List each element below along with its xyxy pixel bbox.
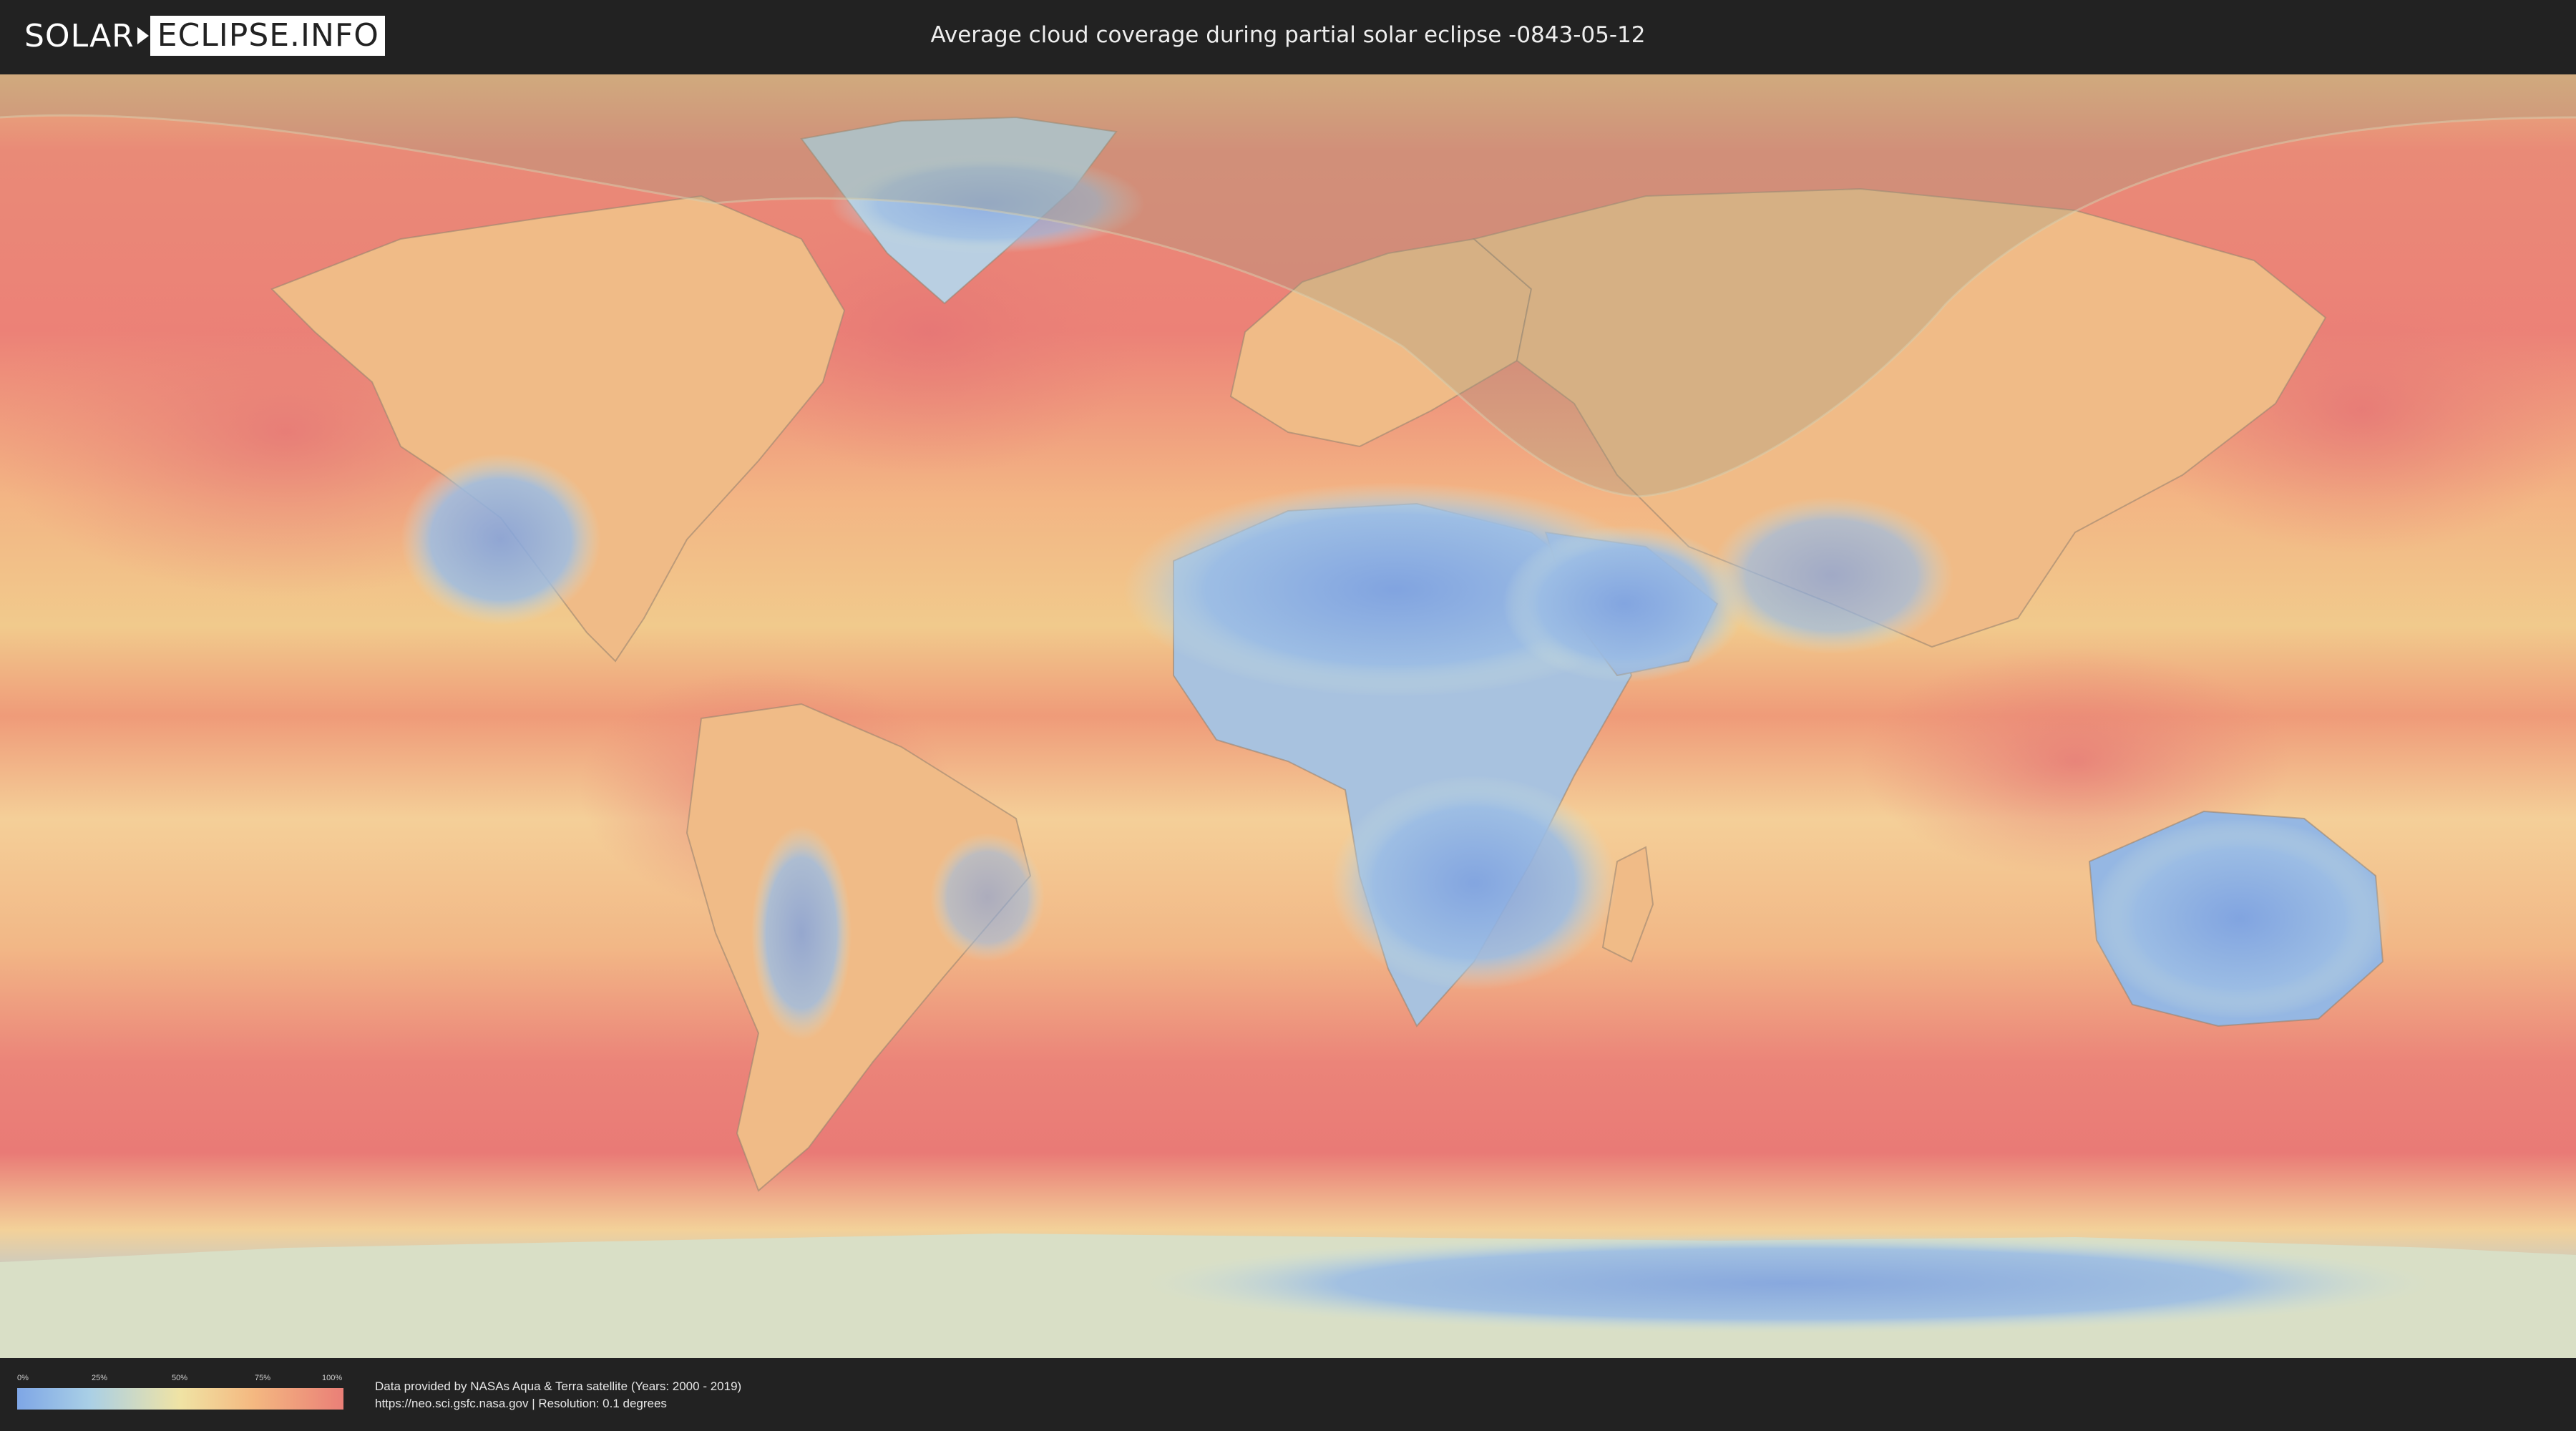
legend-ticks: 0% 25% 50% 75% 100% xyxy=(17,1374,343,1385)
east-antarctica-clear-region xyxy=(1145,1234,2433,1334)
cloud-coverage-legend: 0% 25% 50% 75% 100% xyxy=(17,1374,343,1414)
australia-clear-region xyxy=(2089,819,2390,1019)
credit-line-source: Data provided by NASAs Aqua & Terra sate… xyxy=(375,1379,742,1393)
south-asia-clear-region xyxy=(1710,497,1953,654)
legend-color-bar xyxy=(17,1388,343,1410)
footer-bar: 0% 25% 50% 75% 100% Data provided by NAS… xyxy=(0,1358,2576,1431)
legend-tick-0: 0% xyxy=(17,1374,29,1382)
credit-line-url: https://neo.sci.gsfc.nasa.gov | Resoluti… xyxy=(375,1397,667,1410)
header-bar: SOLAR ECLIPSE.INFO Average cloud coverag… xyxy=(0,0,2576,72)
mexico-clear-region xyxy=(401,454,601,625)
data-credits: Data provided by NASAs Aqua & Terra sate… xyxy=(375,1378,741,1412)
brazil-clear-region xyxy=(930,833,1045,962)
legend-tick-25: 25% xyxy=(92,1374,108,1382)
legend-tick-75: 75% xyxy=(255,1374,271,1382)
page-title: Average cloud coverage during partial so… xyxy=(930,22,1646,48)
andes-clear-region xyxy=(751,826,852,1040)
arabia-clear-region xyxy=(1503,525,1746,683)
world-map-svg xyxy=(0,74,2576,1358)
legend-tick-50: 50% xyxy=(172,1374,188,1382)
legend-tick-100: 100% xyxy=(322,1374,343,1382)
cloud-coverage-map[interactable] xyxy=(0,74,2576,1358)
southern-africa-clear-region xyxy=(1331,776,1617,990)
